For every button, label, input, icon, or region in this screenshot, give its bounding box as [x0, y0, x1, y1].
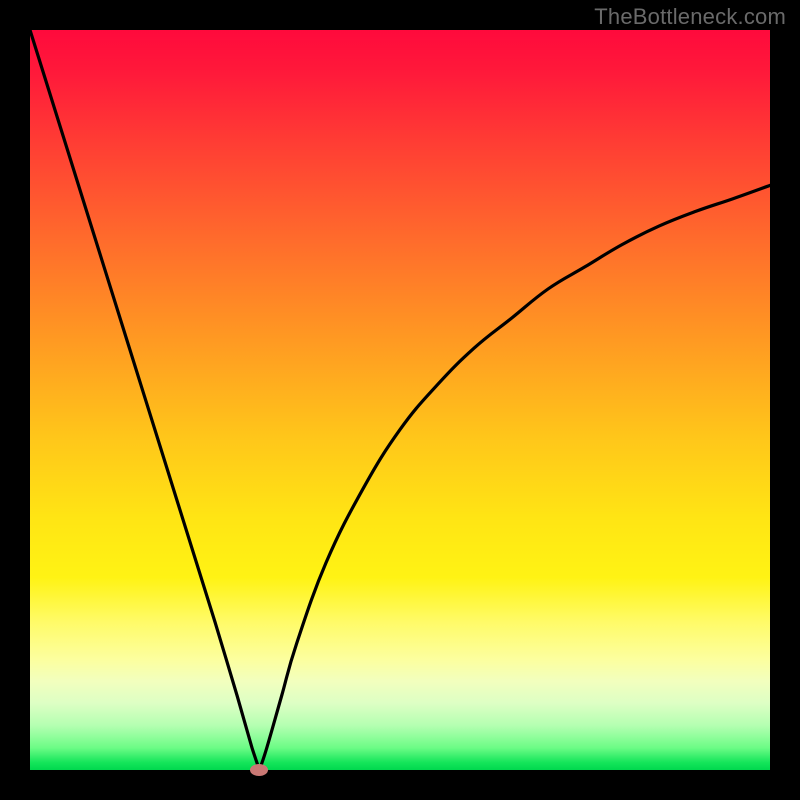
- bottleneck-curve: [30, 30, 770, 770]
- optimal-point-marker: [250, 764, 268, 776]
- plot-area: [30, 30, 770, 770]
- chart-frame: TheBottleneck.com: [0, 0, 800, 800]
- curve-layer: [30, 30, 770, 770]
- watermark-text: TheBottleneck.com: [594, 4, 786, 30]
